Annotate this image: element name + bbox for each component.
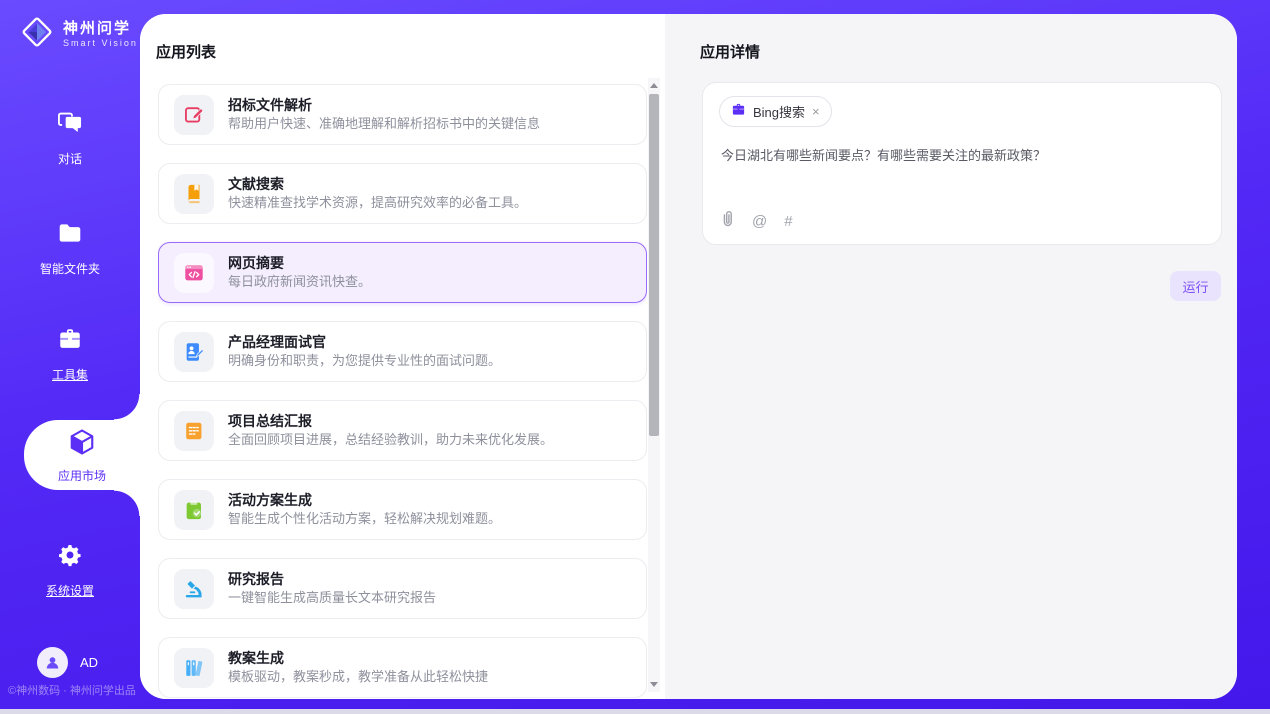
app-title: 教案生成 [228, 649, 488, 668]
run-button[interactable]: 运行 [1170, 271, 1221, 301]
app-desc: 全面回顾项目进展，总结经验教训，助力未来优化发展。 [228, 431, 553, 449]
app-card[interactable]: 产品经理面试官明确身份和职责，为您提供专业性的面试问题。 [158, 321, 647, 382]
books-icon [174, 648, 214, 688]
book-icon [174, 174, 214, 214]
close-icon[interactable]: × [812, 105, 820, 118]
app-desc: 模板驱动，教案秒成，教学准备从此轻松快捷 [228, 668, 488, 686]
attachment-icon[interactable] [721, 210, 735, 232]
composer-card: Bing搜索 × 今日湖北有哪些新闻要点？有哪些需要关注的最新政策？ @ # [702, 82, 1222, 245]
user-initials: AD [80, 655, 98, 670]
cube-icon [67, 427, 97, 462]
avatar [37, 647, 68, 678]
composer-toolbar: @ # [721, 210, 793, 232]
microscope-icon [174, 569, 214, 609]
sidebar-item-chat[interactable]: 对话 [0, 110, 140, 167]
app-title: 网页摘要 [228, 254, 371, 273]
sidebar: 神州问学 Smart Vision 对话智能文件夹工具集应用市场系统设置 AD … [0, 0, 140, 714]
app-card[interactable]: 项目总结汇报全面回顾项目进展，总结经验教训，助力未来优化发展。 [158, 400, 647, 461]
report-note-icon [174, 411, 214, 451]
clipboard-check-icon [174, 490, 214, 530]
query-input[interactable]: 今日湖北有哪些新闻要点？有哪些需要关注的最新政策？ [721, 146, 1205, 165]
sidebar-item-label: 工具集 [52, 366, 88, 383]
chat-icon [57, 110, 83, 141]
app-title: 研究报告 [228, 570, 436, 589]
brand-name: 神州问学 [63, 20, 138, 38]
app-card[interactable]: 教案生成模板驱动，教案秒成，教学准备从此轻松快捷 [158, 637, 647, 698]
interview-icon [174, 332, 214, 372]
app-title: 产品经理面试官 [228, 333, 501, 352]
app-detail-title: 应用详情 [700, 41, 760, 62]
copyright-text: ©神州数码 · 神州问学出品 [8, 682, 136, 698]
sidebar-item-label: 对话 [58, 150, 82, 167]
app-title: 招标文件解析 [228, 96, 540, 115]
app-list-panel: 应用列表 招标文件解析帮助用户快速、准确地理解和解析招标书中的关键信息文献搜索快… [140, 14, 665, 699]
app-desc: 明确身份和职责，为您提供专业性的面试问题。 [228, 352, 501, 370]
app-logo: 神州问学 Smart Vision [18, 13, 138, 56]
brand-subtitle: Smart Vision [63, 38, 138, 49]
brand-diamond-icon [18, 13, 56, 56]
app-card[interactable]: 网页摘要每日政府新闻资讯快查。 [158, 242, 647, 303]
sidebar-item-label: 智能文件夹 [40, 260, 100, 277]
sidebar-item-app-market[interactable]: 应用市场 [24, 420, 140, 490]
app-title: 活动方案生成 [228, 491, 501, 510]
hash-icon[interactable]: # [784, 214, 792, 229]
sidebar-item-toolset[interactable]: 工具集 [0, 326, 140, 383]
app-card[interactable]: 招标文件解析帮助用户快速、准确地理解和解析招标书中的关键信息 [158, 84, 647, 145]
app-desc: 帮助用户快速、准确地理解和解析招标书中的关键信息 [228, 115, 540, 133]
sidebar-item-label: 应用市场 [58, 467, 106, 484]
mention-icon[interactable]: @ [752, 214, 767, 229]
app-detail-panel: 应用详情 Bing搜索 × 今日湖北有哪些新闻要点？有哪些需要关注的最新政策？ [665, 14, 1237, 699]
scroll-down-icon[interactable] [650, 682, 658, 687]
list-scrollbar[interactable] [648, 78, 660, 692]
app-card[interactable]: 活动方案生成智能生成个性化活动方案，轻松解决规划难题。 [158, 479, 647, 540]
app-card[interactable]: 研究报告一键智能生成高质量长文本研究报告 [158, 558, 647, 619]
scrollbar-thumb[interactable] [649, 94, 659, 436]
app-list-title: 应用列表 [156, 41, 216, 62]
edit-document-icon [174, 95, 214, 135]
app-desc: 智能生成个性化活动方案，轻松解决规划难题。 [228, 510, 501, 528]
app-window: 神州问学 Smart Vision 对话智能文件夹工具集应用市场系统设置 AD … [0, 0, 1270, 714]
sidebar-item-smart-folders[interactable]: 智能文件夹 [0, 220, 140, 277]
gear-icon [57, 542, 83, 573]
app-desc: 快速精准查找学术资源，提高研究效率的必备工具。 [228, 194, 527, 212]
main-content: 应用列表 招标文件解析帮助用户快速、准确地理解和解析招标书中的关键信息文献搜索快… [140, 14, 1237, 699]
sidebar-item-label: 系统设置 [46, 582, 94, 599]
sidebar-item-system-settings[interactable]: 系统设置 [0, 542, 140, 599]
scroll-up-icon[interactable] [650, 83, 658, 88]
app-title: 文献搜索 [228, 175, 527, 194]
tool-chip-bing-search[interactable]: Bing搜索 × [719, 96, 832, 127]
app-desc: 一键智能生成高质量长文本研究报告 [228, 589, 436, 607]
app-list: 招标文件解析帮助用户快速、准确地理解和解析招标书中的关键信息文献搜索快速精准查找… [158, 84, 647, 699]
browser-code-icon [174, 253, 214, 293]
user-profile[interactable]: AD [37, 647, 98, 678]
briefcase-icon [731, 102, 746, 122]
app-desc: 每日政府新闻资讯快查。 [228, 273, 371, 291]
folder-icon [57, 220, 83, 251]
tool-chip-label: Bing搜索 [753, 102, 805, 121]
toolbox-icon [57, 326, 83, 357]
bottom-strip [0, 709, 1270, 714]
app-title: 项目总结汇报 [228, 412, 553, 431]
app-card[interactable]: 文献搜索快速精准查找学术资源，提高研究效率的必备工具。 [158, 163, 647, 224]
